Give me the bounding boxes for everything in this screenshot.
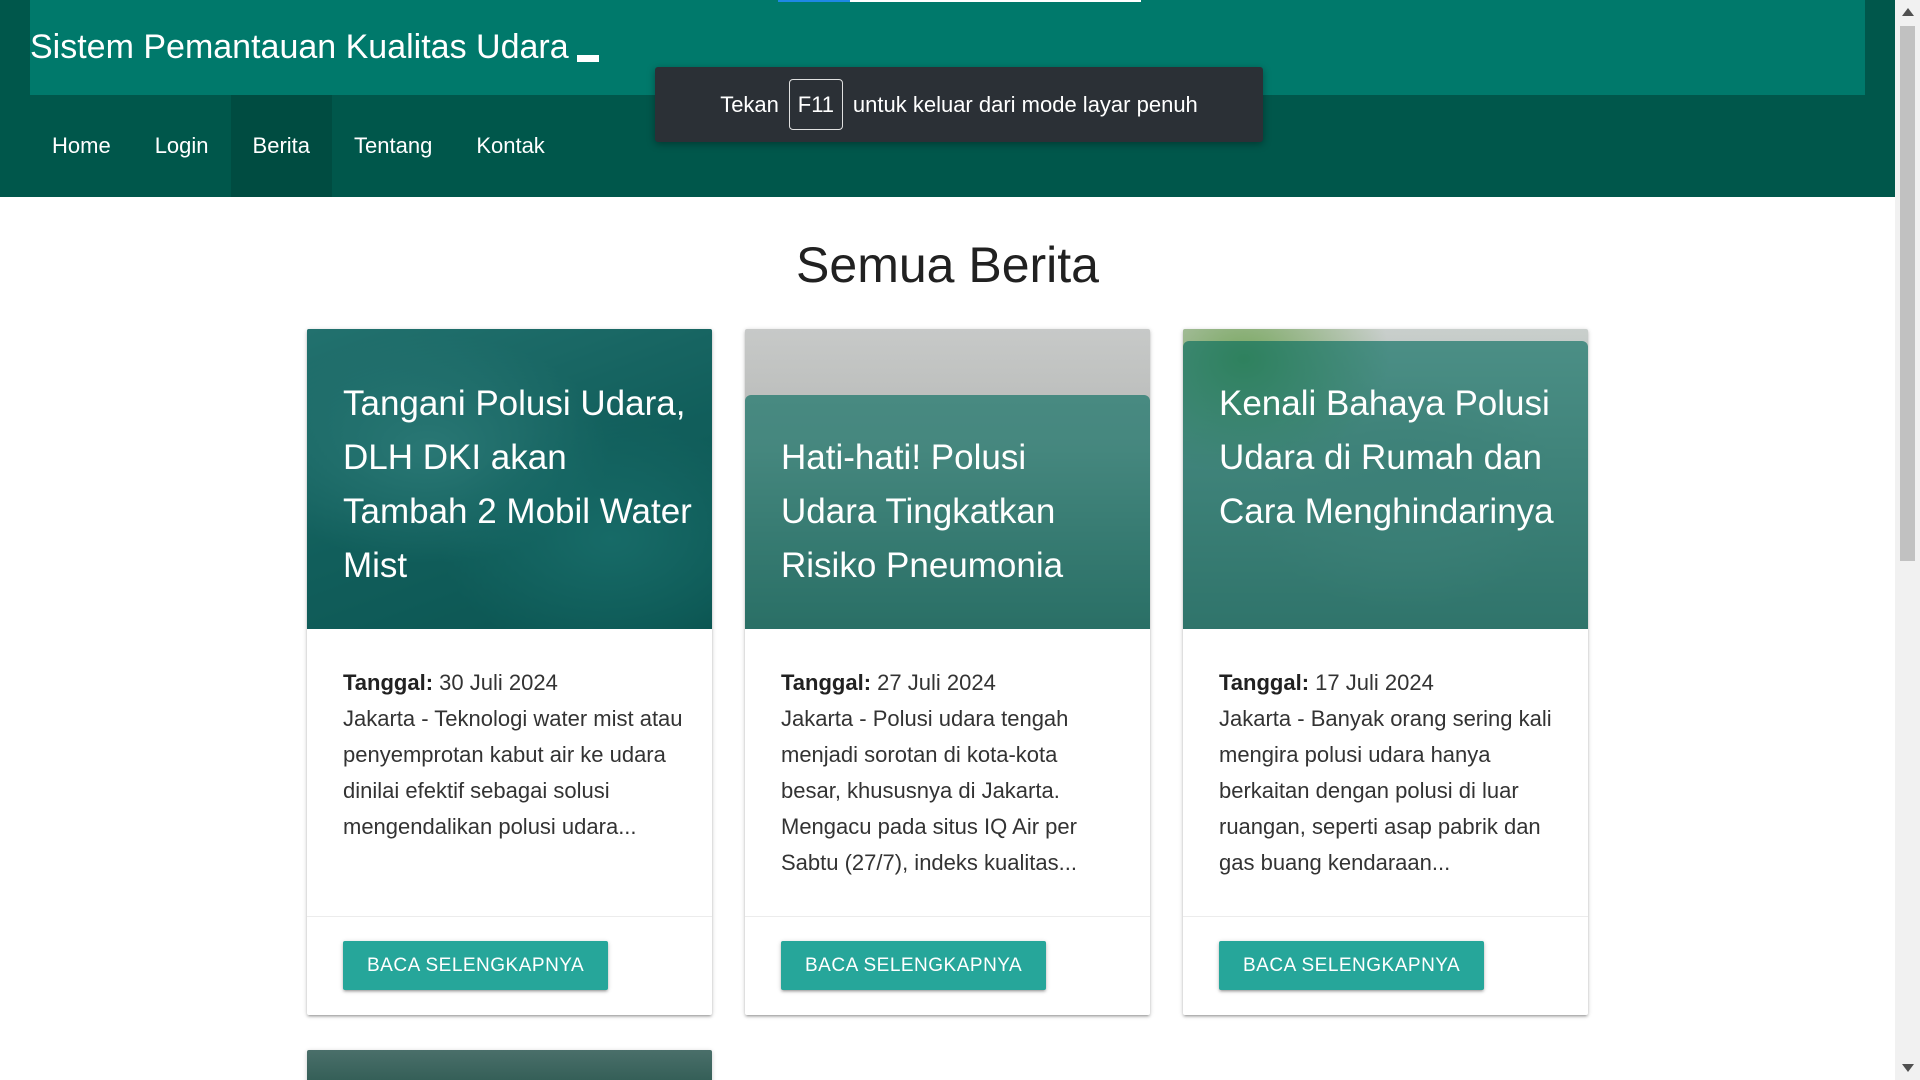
fullscreen-notice: Tekan F11 untuk keluar dari mode layar p… bbox=[655, 67, 1263, 142]
date-label: Tanggal: bbox=[781, 670, 872, 695]
site-title[interactable]: Sistem Pemantauan Kualitas Udara bbox=[30, 28, 599, 67]
news-card: Tangani Polusi Udara, DLH DKI akan Tamba… bbox=[307, 329, 712, 1015]
news-card-content: Tanggal: 27 Juli 2024 Jakarta - Polusi u… bbox=[781, 665, 1121, 881]
date-value: 30 Juli 2024 bbox=[439, 670, 558, 695]
scroll-down-icon[interactable] bbox=[1902, 1064, 1914, 1072]
nav-item-berita[interactable]: Berita bbox=[230, 95, 333, 197]
loading-strip-progress bbox=[778, 0, 850, 2]
news-card-date: Tanggal: 17 Juli 2024 bbox=[1219, 665, 1559, 701]
nav-item-tentang[interactable]: Tentang bbox=[332, 95, 454, 197]
news-card-summary: Jakarta - Banyak orang sering kali mengi… bbox=[1219, 706, 1552, 875]
date-label: Tanggal: bbox=[1219, 670, 1310, 695]
news-card-action: Baca Selengkapnya bbox=[307, 916, 712, 1015]
read-more-button[interactable]: Baca Selengkapnya bbox=[1219, 941, 1485, 990]
loading-strip-track bbox=[850, 0, 1141, 2]
fullscreen-notice-suffix: untuk keluar dari mode layar penuh bbox=[852, 91, 1198, 117]
read-more-button[interactable]: Baca Selengkapnya bbox=[343, 941, 609, 990]
date-value: 17 Juli 2024 bbox=[1315, 670, 1434, 695]
news-card-summary: Jakarta - Polusi udara tengah menjadi so… bbox=[781, 706, 1077, 875]
news-card-action: Baca Selengkapnya bbox=[745, 916, 1150, 1015]
news-card-image: Tangani Polusi Udara, DLH DKI akan Tamba… bbox=[307, 329, 712, 629]
text-cursor-icon bbox=[576, 55, 599, 62]
news-card-title: Kenali Bahaya Polusi Udara di Rumah dan … bbox=[1219, 384, 1554, 531]
page-title: Semua Berita bbox=[796, 237, 1099, 293]
news-card-image: Hati-hati! Polusi Udara Tingkatkan Risik… bbox=[745, 329, 1150, 629]
news-card: Kenali Bahaya Polusi Udara di Rumah dan … bbox=[1183, 329, 1588, 1015]
nav-item-home[interactable]: Home bbox=[30, 95, 133, 197]
f11-key-icon: F11 bbox=[788, 79, 843, 130]
vertical-scrollbar[interactable] bbox=[1895, 0, 1920, 1080]
news-card-date: Tanggal: 27 Juli 2024 bbox=[781, 665, 1121, 701]
date-value: 27 Juli 2024 bbox=[877, 670, 996, 695]
fullscreen-notice-prefix: Tekan bbox=[720, 91, 779, 117]
scrollbar-thumb[interactable] bbox=[1900, 26, 1915, 561]
news-card-partial bbox=[307, 1050, 712, 1080]
nav-item-kontak[interactable]: Kontak bbox=[454, 95, 567, 197]
date-label: Tanggal: bbox=[343, 670, 434, 695]
news-card: Hati-hati! Polusi Udara Tingkatkan Risik… bbox=[745, 329, 1150, 1015]
loading-strip bbox=[778, 0, 1141, 2]
nav-item-login[interactable]: Login bbox=[133, 95, 231, 197]
scroll-up-icon[interactable] bbox=[1902, 8, 1914, 16]
news-card-content: Tanggal: 17 Juli 2024 Jakarta - Banyak o… bbox=[1219, 665, 1559, 881]
site-title-text[interactable]: Sistem Pemantauan Kualitas Udara bbox=[30, 28, 569, 66]
main-nav: Home Login Berita Tentang Kontak bbox=[30, 95, 567, 197]
news-card-title: Tangani Polusi Udara, DLH DKI akan Tamba… bbox=[343, 384, 692, 585]
news-card-title: Hati-hati! Polusi Udara Tingkatkan Risik… bbox=[781, 438, 1064, 585]
news-card-summary: Jakarta - Teknologi water mist atau peny… bbox=[343, 706, 683, 839]
read-more-button[interactable]: Baca Selengkapnya bbox=[781, 941, 1047, 990]
news-card-content: Tanggal: 30 Juli 2024 Jakarta - Teknolog… bbox=[343, 665, 683, 845]
news-card-action: Baca Selengkapnya bbox=[1183, 916, 1588, 1015]
news-card-image: Kenali Bahaya Polusi Udara di Rumah dan … bbox=[1183, 329, 1588, 629]
news-card-date: Tanggal: 30 Juli 2024 bbox=[343, 665, 683, 701]
